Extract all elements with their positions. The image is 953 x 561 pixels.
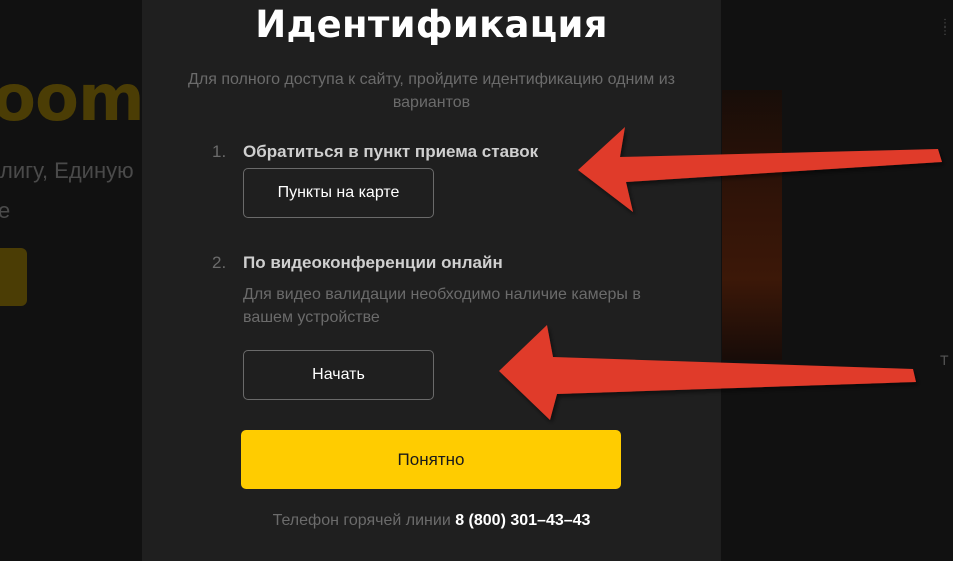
modal-subtitle: Для полного доступа к сайту, пройдите ид… — [188, 71, 675, 111]
modal-title: Идентификация — [255, 3, 608, 46]
hotline-label: Телефон горячей линии — [272, 512, 451, 529]
hotline-phone[interactable]: 8 (800) 301–43–43 — [455, 512, 590, 529]
background-subtitle: лигу, Единую — [0, 158, 134, 183]
map-points-button[interactable]: Пункты на карте — [243, 168, 434, 218]
step-2-number: 2. — [212, 253, 227, 272]
background-dots: ⋮ ⋮ — [940, 18, 950, 37]
step-2-description: Для видео валидации необходимо наличие к… — [243, 286, 641, 326]
background-image — [722, 90, 782, 360]
hotline: Телефон горячей линии 8 (800) 301–43–43 — [142, 512, 721, 530]
start-video-button[interactable]: Начать — [243, 350, 434, 400]
step-1-title: Обратиться в пункт приема ставок — [243, 142, 539, 161]
step-1-number: 1. — [212, 142, 227, 161]
step-2-title: По видеоконференции онлайн — [243, 253, 503, 272]
background-button — [0, 248, 27, 306]
confirm-button[interactable]: Понятно — [241, 430, 621, 489]
background-text-line: е — [0, 198, 11, 223]
background-right-text: Т — [940, 352, 949, 368]
identification-modal: Идентификация Для полного доступа к сайт… — [142, 0, 721, 561]
background-logo: oom — [0, 62, 145, 136]
